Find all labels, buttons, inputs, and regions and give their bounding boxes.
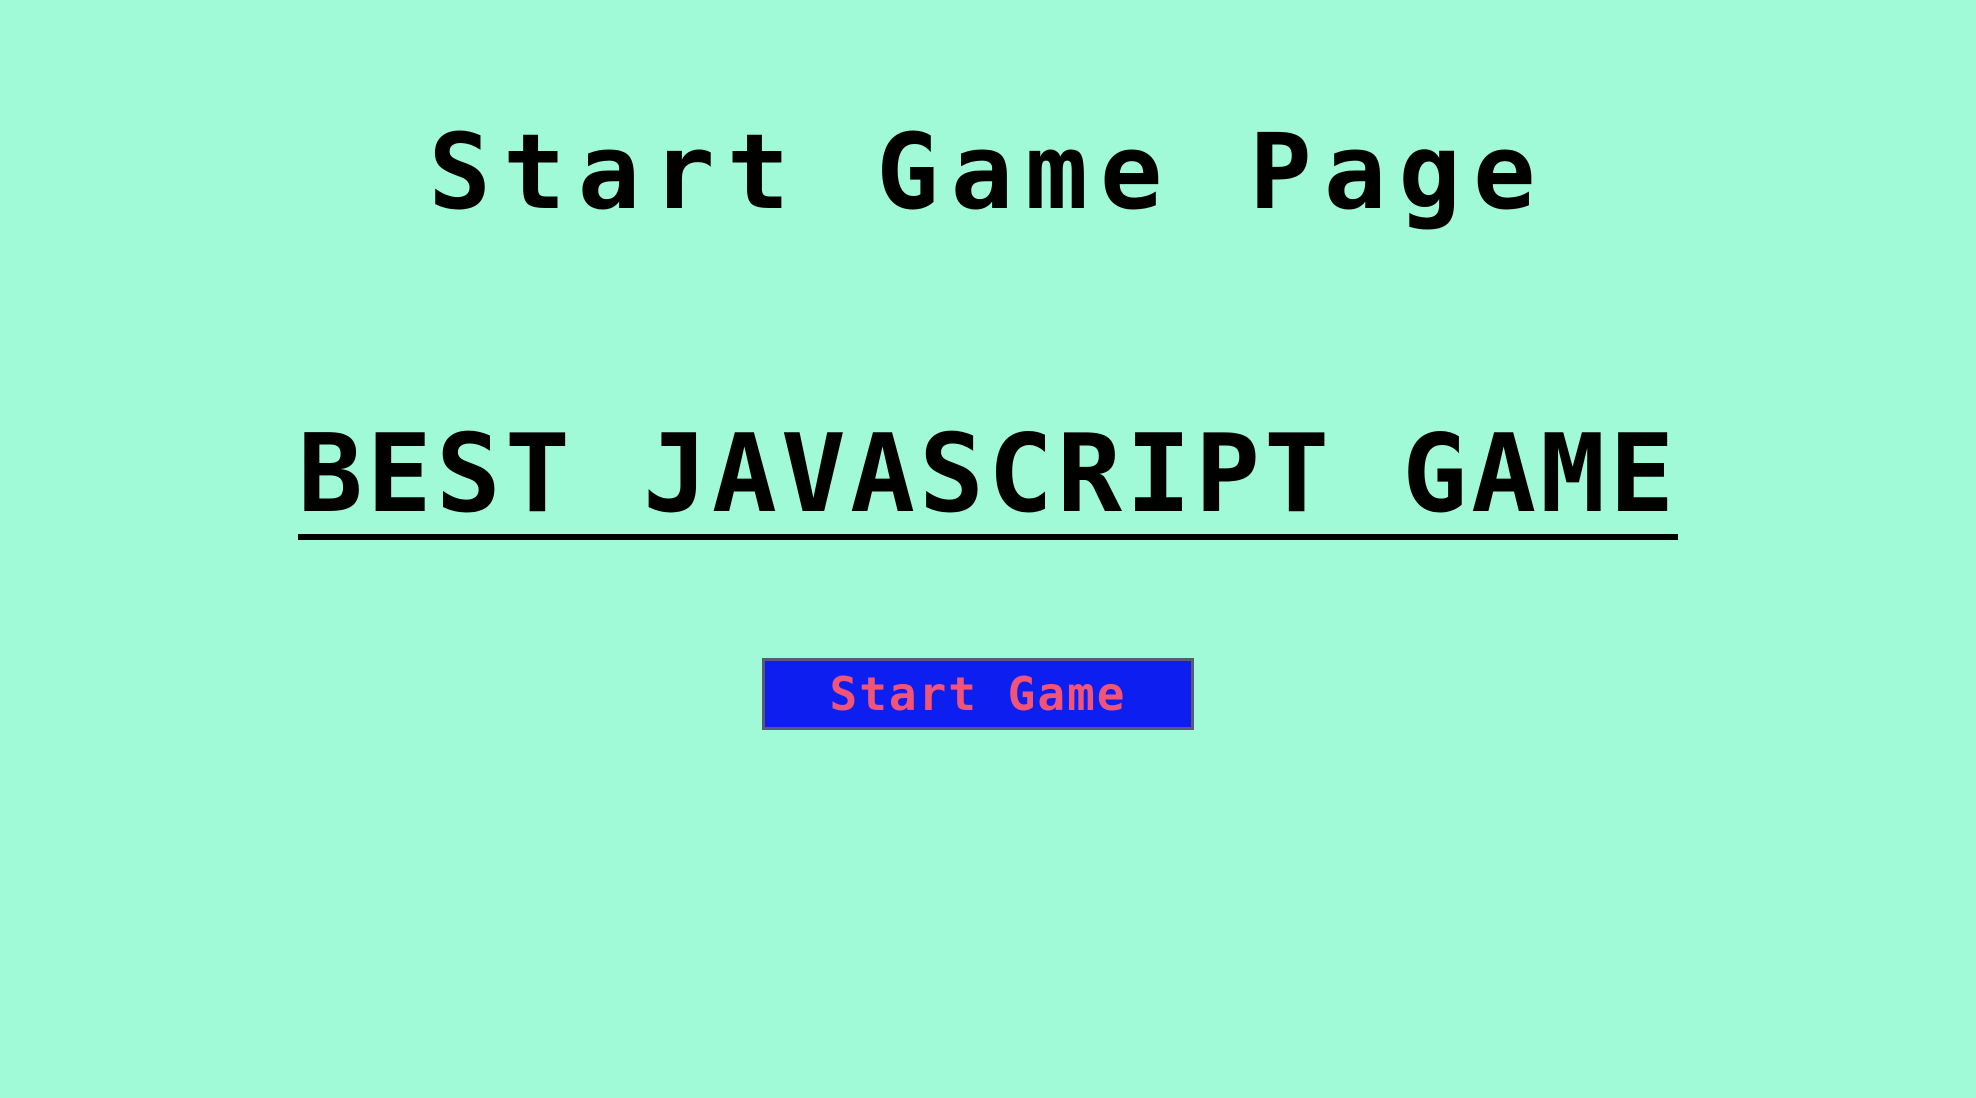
start-page: Start Game Page BEST JAVASCRIPT GAME Sta…	[0, 0, 1976, 1098]
page-title: Start Game Page	[428, 111, 1548, 233]
headline-container: BEST JAVASCRIPT GAME	[0, 420, 1976, 540]
start-game-button[interactable]: Start Game	[762, 658, 1194, 730]
game-headline: BEST JAVASCRIPT GAME	[297, 420, 1679, 540]
